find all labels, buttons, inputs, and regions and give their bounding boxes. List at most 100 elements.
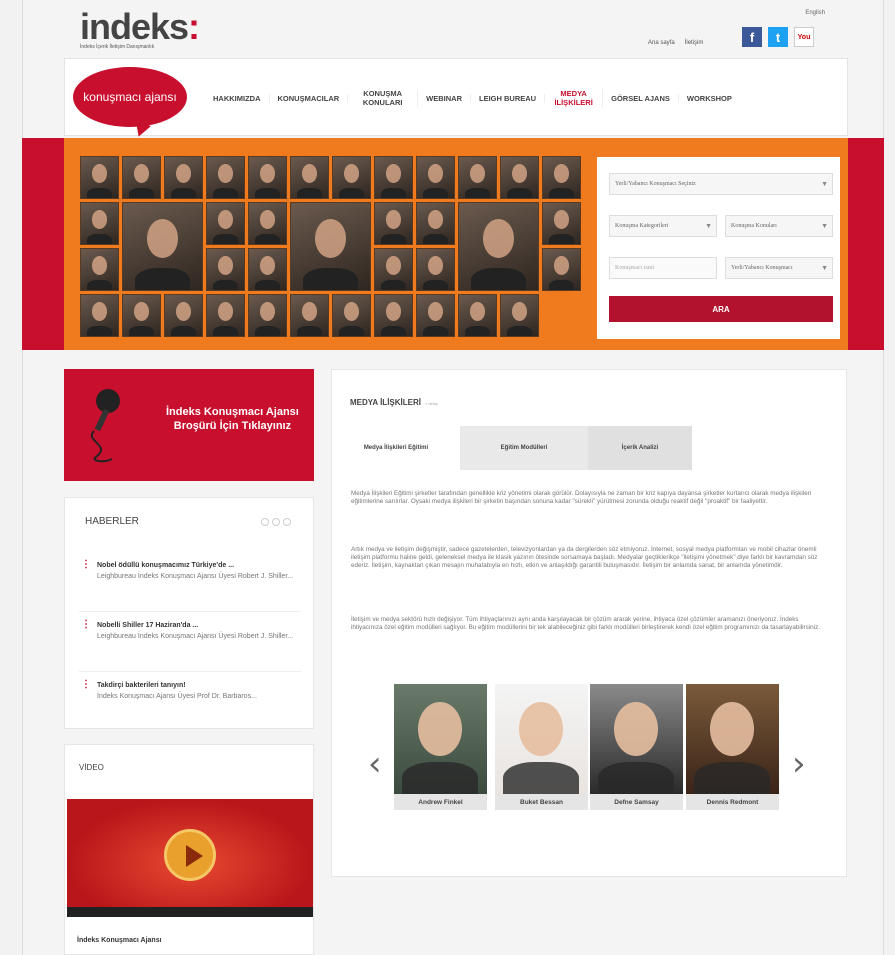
tab-medya-iliskileri-egitimi[interactable]: Medya İlişkileri Eğitimi (332, 426, 460, 470)
search-button[interactable]: ARA (609, 296, 833, 322)
speaker-name-placeholder: Konuşmacı ismi (615, 265, 655, 271)
speaker-photo-large[interactable] (458, 202, 539, 291)
speaker-name: Dennis Redmont (686, 794, 779, 810)
nav-item-workshop[interactable]: WORKSHOP (679, 94, 740, 103)
speaker-photo[interactable] (206, 248, 245, 291)
brochure-banner[interactable]: İndeks Konuşmacı Ajansı Broşürü İçin Tık… (64, 369, 314, 481)
speaker-photo[interactable] (500, 294, 539, 337)
news-item[interactable]: ⋮ Takdirçi bakterileri tanıyın! İndeks K… (79, 679, 301, 722)
page-title-text: MEDYA İLİŞKİLERİ (350, 398, 421, 407)
speaker-photo[interactable] (542, 248, 581, 291)
news-item-desc: İndeks Konuşmacı Ajansı Üyesi Prof Dr. B… (97, 693, 257, 700)
speaker-photo[interactable] (164, 294, 203, 337)
speaker-photo-large[interactable] (122, 202, 203, 291)
twitter-icon[interactable]: t (768, 27, 788, 47)
speaker-photo[interactable] (248, 248, 287, 291)
speaker-photo[interactable] (416, 294, 455, 337)
carousel-next-icon[interactable]: › (792, 744, 806, 784)
chevron-down-icon: ▼ (821, 264, 828, 272)
carousel-prev-icon[interactable]: ‹ (368, 744, 382, 784)
top-links: Ana sayfa İletişim (648, 40, 703, 46)
youtube-icon[interactable]: You (794, 27, 814, 47)
speaker-search-panel: Yerli/Yabancı Konuşmacı Seçiniz ▼ Konuşma… (597, 157, 840, 339)
speaker-photo[interactable] (458, 294, 497, 337)
speaker-photo[interactable] (248, 294, 287, 337)
logo-word: indeks (80, 6, 189, 47)
speaker-card[interactable]: Dennis Redmont (686, 684, 779, 810)
speaker-card[interactable]: Andrew Finkel (394, 684, 487, 810)
speaker-photo[interactable] (206, 202, 245, 245)
speaker-photo[interactable] (500, 156, 539, 199)
language-link[interactable]: English (805, 10, 825, 16)
speaker-photo[interactable] (290, 156, 329, 199)
speaker-photo[interactable] (80, 294, 119, 337)
nav-item-gorsel-ajans[interactable]: GÖRSEL AJANS (603, 93, 679, 103)
speaker-photo[interactable] (374, 248, 413, 291)
speaker-name-input[interactable]: Konuşmacı ismi (609, 257, 717, 279)
pagination-dot[interactable] (283, 518, 291, 526)
category-select[interactable]: Konuşma Kategorileri ▼ (609, 215, 717, 237)
nav-item-konusma-konulari[interactable]: KONUŞMA KONULARI (348, 89, 419, 107)
speaker-photo[interactable] (290, 294, 329, 337)
speaker-photo[interactable] (542, 156, 581, 199)
speaker-photo[interactable] (416, 156, 455, 199)
contact-link[interactable]: İletişim (685, 40, 704, 46)
nav-item-hakkimizda[interactable]: HAKKIMIZDA (205, 93, 270, 103)
topic-select[interactable]: Konuşma Konuları ▼ (725, 215, 833, 237)
speaker-photo[interactable] (164, 156, 203, 199)
speaker-photo[interactable] (122, 294, 161, 337)
news-item[interactable]: ⋮ Nobelli Shiller 17 Haziran'da ... Leig… (79, 620, 301, 672)
speaker-origin-select[interactable]: Yerli/Yabancı Konuşmacı ▼ (725, 257, 833, 279)
video-title: VİDEO (79, 763, 104, 772)
news-marker-icon: ⋮ (81, 679, 91, 690)
speaker-photo[interactable] (458, 156, 497, 199)
speaker-photo[interactable] (416, 248, 455, 291)
indeks-logo[interactable]: indeks: İndeks İçerik İletişim Danışmanl… (80, 6, 200, 50)
nav-item-webinar[interactable]: WEBINAR (418, 93, 472, 103)
speaker-photo[interactable] (332, 294, 371, 337)
news-item-title[interactable]: Nobelli Shiller 17 Haziran'da ... (97, 622, 301, 629)
home-link[interactable]: Ana sayfa (648, 40, 675, 46)
nav-items: HAKKIMIZDA KONUŞMACILAR KONUŞMA KONULARI… (205, 59, 740, 137)
news-panel: HABERLER ⋮ Nobel ödüllü konuşmacımız Tür… (64, 497, 314, 729)
speaker-name: Buket Bessan (495, 794, 588, 810)
speaker-photo[interactable] (416, 202, 455, 245)
video-player[interactable] (67, 799, 313, 917)
nav-item-konusmacilar[interactable]: KONUŞMACILAR (270, 93, 349, 103)
tab-icerik-analizi[interactable]: İçerik Analizi (588, 426, 692, 470)
pagination-dot[interactable] (261, 518, 269, 526)
nav-item-leigh-bureau[interactable]: LEIGH BUREAU (471, 93, 546, 103)
facebook-icon[interactable]: f (742, 27, 762, 47)
speaker-card[interactable]: Defne Samsay (590, 684, 683, 810)
pagination-dot[interactable] (272, 518, 280, 526)
page-title-detail[interactable]: » detay (425, 401, 438, 406)
speaker-photo[interactable] (248, 202, 287, 245)
video-controls[interactable] (67, 907, 313, 917)
speaker-photo[interactable] (80, 202, 119, 245)
speaker-card[interactable]: Buket Bessan (495, 684, 588, 810)
speaker-photo[interactable] (332, 156, 371, 199)
speaker-photo[interactable] (206, 156, 245, 199)
speaker-photo[interactable] (122, 156, 161, 199)
nav-item-medya-iliskileri[interactable]: MEDYA İLİŞKİLERİ (545, 89, 604, 107)
speaker-photo[interactable] (80, 248, 119, 291)
speaker-photo[interactable] (374, 156, 413, 199)
news-item-title[interactable]: Nobel ödüllü konuşmacımız Türkiye'de ... (97, 562, 301, 569)
speaker-photo[interactable] (374, 294, 413, 337)
news-item-title[interactable]: Takdirçi bakterileri tanıyın! (97, 682, 301, 689)
speaker-photo[interactable] (374, 202, 413, 245)
speaker-photo[interactable] (542, 202, 581, 245)
speaker-type-select[interactable]: Yerli/Yabancı Konuşmacı Seçiniz ▼ (609, 173, 833, 195)
speaker-origin-select-value: Yerli/Yabancı Konuşmacı (731, 265, 793, 271)
konusmaci-ajansi-logo[interactable]: konuşmacı ajansı (73, 67, 187, 127)
speaker-photo[interactable] (206, 294, 245, 337)
news-item[interactable]: ⋮ Nobel ödüllü konuşmacımız Türkiye'de .… (79, 560, 301, 612)
speaker-photo-large[interactable] (290, 202, 371, 291)
play-icon[interactable] (164, 829, 216, 881)
microphone-icon (90, 389, 120, 463)
tab-egitim-modulleri[interactable]: Eğitim Modülleri (460, 426, 588, 470)
speaker-photo[interactable] (248, 156, 287, 199)
speaker-carousel: Andrew Finkel Buket Bessan Defne Samsay … (394, 684, 794, 810)
speaker-photo[interactable] (80, 156, 119, 199)
speaker-image (686, 684, 779, 802)
